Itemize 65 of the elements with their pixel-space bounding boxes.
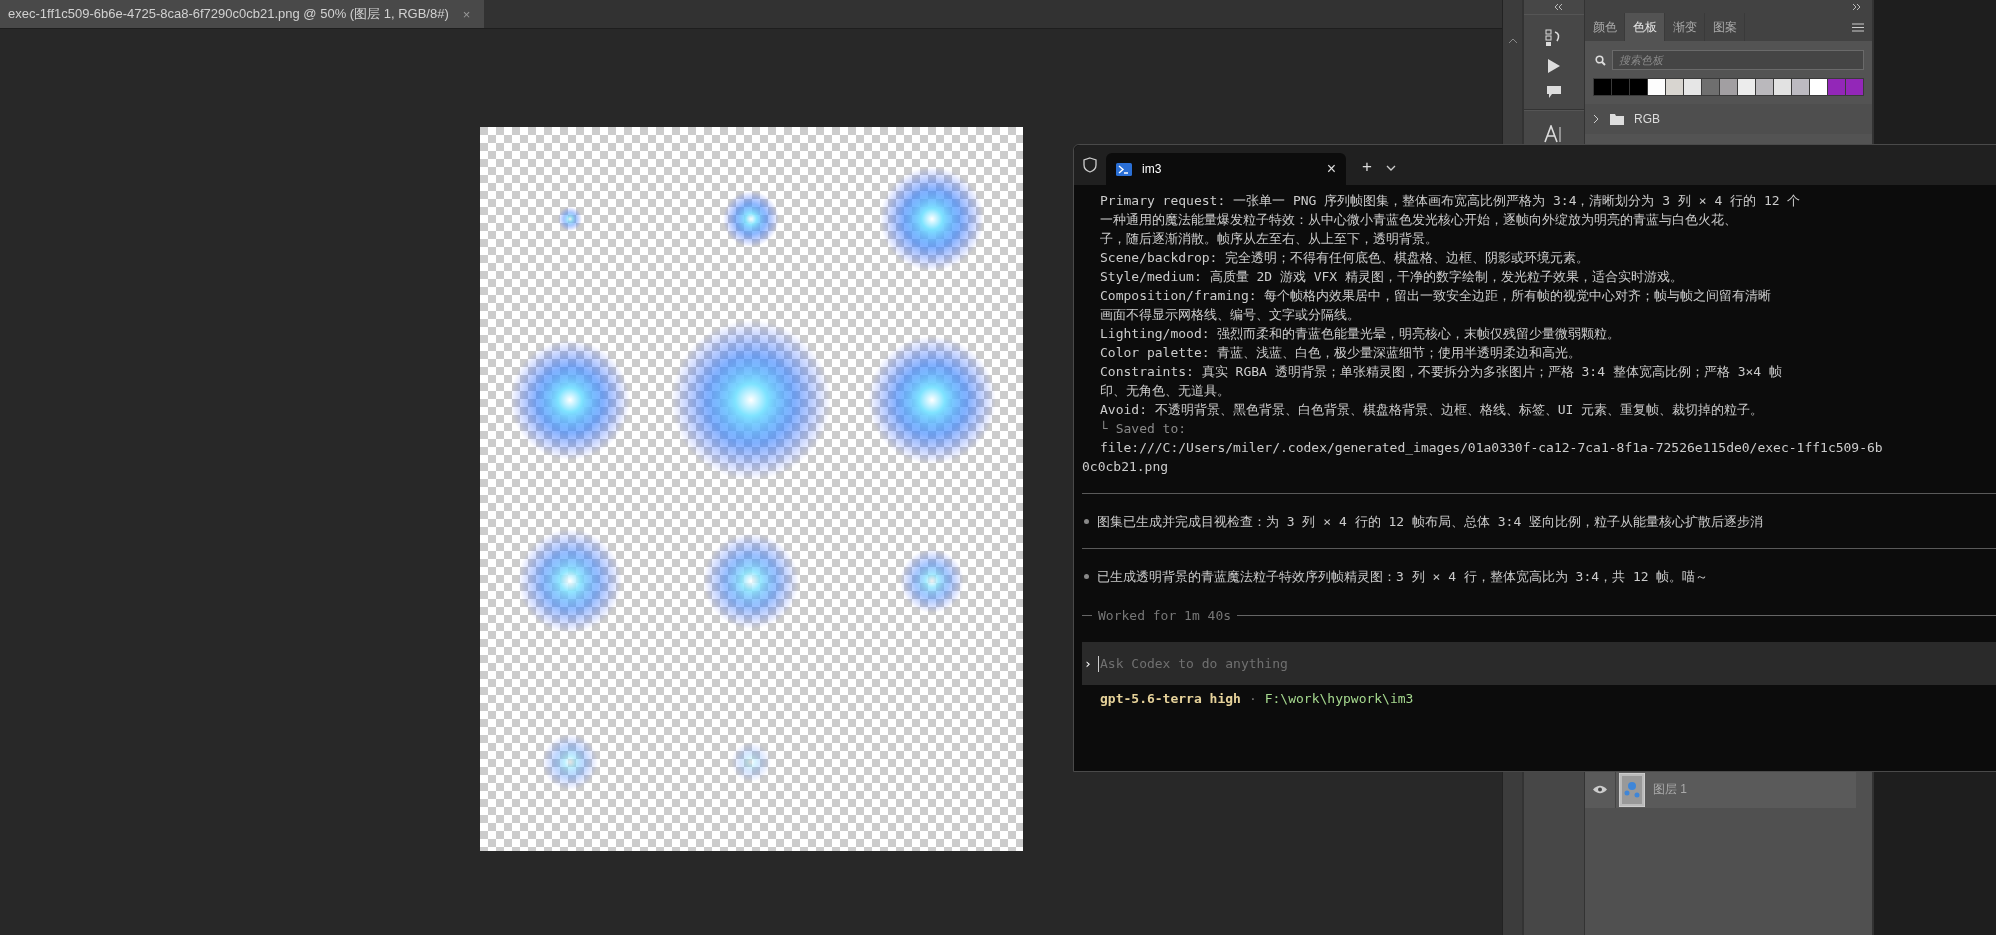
search-icon (1595, 54, 1606, 66)
color-swatch[interactable] (1846, 79, 1863, 95)
shield-icon (1083, 157, 1097, 173)
output-line: file:///C:/Users/miler/.codex/generated_images/01a0330f-ca12-7ca1-8f1a-72526e115de0/exec-1ff1c509-6b (1099, 439, 1884, 457)
output-line: └ Saved to: (1099, 419, 1188, 438)
output-line: Color palette: 青蓝、浅蓝、白色，极少量深蓝细节；使用半透明柔边和高光。 (1099, 344, 1583, 362)
character-icon[interactable] (1544, 125, 1564, 143)
search-field[interactable]: 搜索色板 (1612, 50, 1864, 70)
path-label: F:\work\hypwork\im3 (1264, 690, 1414, 708)
output-line: Lighting/mood: 强烈而柔和的青蓝色能量光晕，明亮核心，末帧仅残留少量微弱颗粒。 (1099, 325, 1622, 343)
prompt-marker: › (1083, 656, 1093, 671)
model-label: gpt-5.6-terra high (1100, 690, 1241, 708)
output-line: Constraints: 真实 RGBA 透明背景；单张精灵图，不要拆分为多张图片；严格 3:4 整体宽高比例；严格 3×4 帧 (1099, 363, 1783, 381)
output-line: 印、无角色、无道具。 (1099, 382, 1231, 400)
output-line: Primary request: 一张单一 PNG 序列帧图集，整体画布宽高比例严格为 3:4，清晰划分为 3 列 × 4 行的 12 个 (1099, 192, 1802, 210)
color-swatch[interactable] (1738, 79, 1755, 95)
play-icon[interactable] (1547, 58, 1561, 74)
color-swatch[interactable] (1774, 79, 1791, 95)
output-line: Style/medium: 高质量 2D 游戏 VFX 精灵图，干净的数字绘制，发光粒子效果，适合实时游戏。 (1099, 268, 1684, 286)
bullet-icon (1084, 574, 1089, 579)
comment-icon[interactable] (1546, 85, 1562, 99)
color-swatch[interactable] (1720, 79, 1737, 95)
bullet-icon (1084, 519, 1089, 524)
document-tab[interactable]: exec-1ff1c509-6b6e-4725-8ca8-6f7290c0cb21.png @ 50% (图层 1, RGB/8#) × (0, 0, 485, 28)
color-swatch[interactable] (1612, 79, 1629, 95)
terminal-icon (1116, 162, 1132, 176)
color-swatch[interactable] (1702, 79, 1719, 95)
expand-icon[interactable] (1852, 3, 1862, 10)
panel-tab[interactable]: 色板 (1625, 13, 1665, 41)
color-swatch[interactable] (1684, 79, 1701, 95)
output-line: Scene/backdrop: 完全透明；不得有任何底色、棋盘格、边框、阴影或环境元素。 (1099, 249, 1591, 267)
color-swatch[interactable] (1810, 79, 1827, 95)
layer-name: 图层 1 (1653, 781, 1687, 798)
dropdown-icon[interactable] (1385, 165, 1396, 171)
output-line: 0c0cb21.png (1082, 458, 1170, 476)
folder-icon (1610, 113, 1624, 125)
chevron-icon[interactable] (1593, 114, 1600, 124)
output-line: 子，随后逐渐消散。帧序从左至右、从上至下，透明背景。 (1099, 230, 1439, 248)
close-button[interactable]: × (462, 6, 471, 22)
group-name: RGB (1634, 112, 1660, 126)
eye-icon[interactable] (1593, 785, 1607, 794)
color-swatch[interactable] (1594, 79, 1611, 95)
caret-icon[interactable] (1507, 38, 1518, 44)
output-line: Avoid: 不透明背景、黑色背景、白色背景、棋盘格背景、边框、格线、标签、UI 元素、重复帧、裁切掉的粒子。 (1099, 401, 1765, 419)
collapse-icon[interactable] (1553, 4, 1563, 10)
terminal-tab[interactable]: im3 × (1106, 153, 1346, 185)
message-text: 已生成透明背景的青蓝魔法粒子特效序列帧精灵图：3 列 × 4 行，整体宽高比为 3:4，共 12 帧。喵～ (1097, 568, 1709, 586)
elapsed-label: Worked for 1m 40s (1098, 607, 1232, 625)
color-swatch[interactable] (1648, 79, 1665, 95)
layer-thumbnail (1619, 772, 1645, 807)
new-tab-button[interactable]: + (1362, 157, 1372, 177)
close-button[interactable]: × (1326, 160, 1336, 178)
output-line: Composition/framing: 每个帧格内效果居中，留出一致安全边距，所有帧的视觉中心对齐；帧与帧之间留有清晰 (1099, 287, 1773, 305)
color-swatch[interactable] (1828, 79, 1845, 95)
color-swatch[interactable] (1792, 79, 1809, 95)
output-line: 画面不得显示网格线、编号、文字或分隔线。 (1099, 306, 1361, 324)
color-swatch[interactable] (1756, 79, 1773, 95)
prompt-field[interactable]: › Ask Codex to do anything (1082, 642, 1996, 685)
message-text: 图集已生成并完成目视检查：为 3 列 × 4 行的 12 帧布局、总体 3:4 竖向比例，粒子从能量核心扩散后逐步消 (1097, 513, 1764, 531)
menu-icon[interactable] (1852, 23, 1864, 32)
swatch-group[interactable]: RGB (1585, 104, 1872, 134)
color-swatch[interactable] (1630, 79, 1647, 95)
output-line: 一种通用的魔法能量爆发粒子特效：从中心微小青蓝色发光核心开始，逐帧向外绽放为明亮的青蓝与白色火花、 (1099, 211, 1738, 229)
separator-dot: · (1248, 690, 1257, 708)
color-swatch[interactable] (1666, 79, 1683, 95)
